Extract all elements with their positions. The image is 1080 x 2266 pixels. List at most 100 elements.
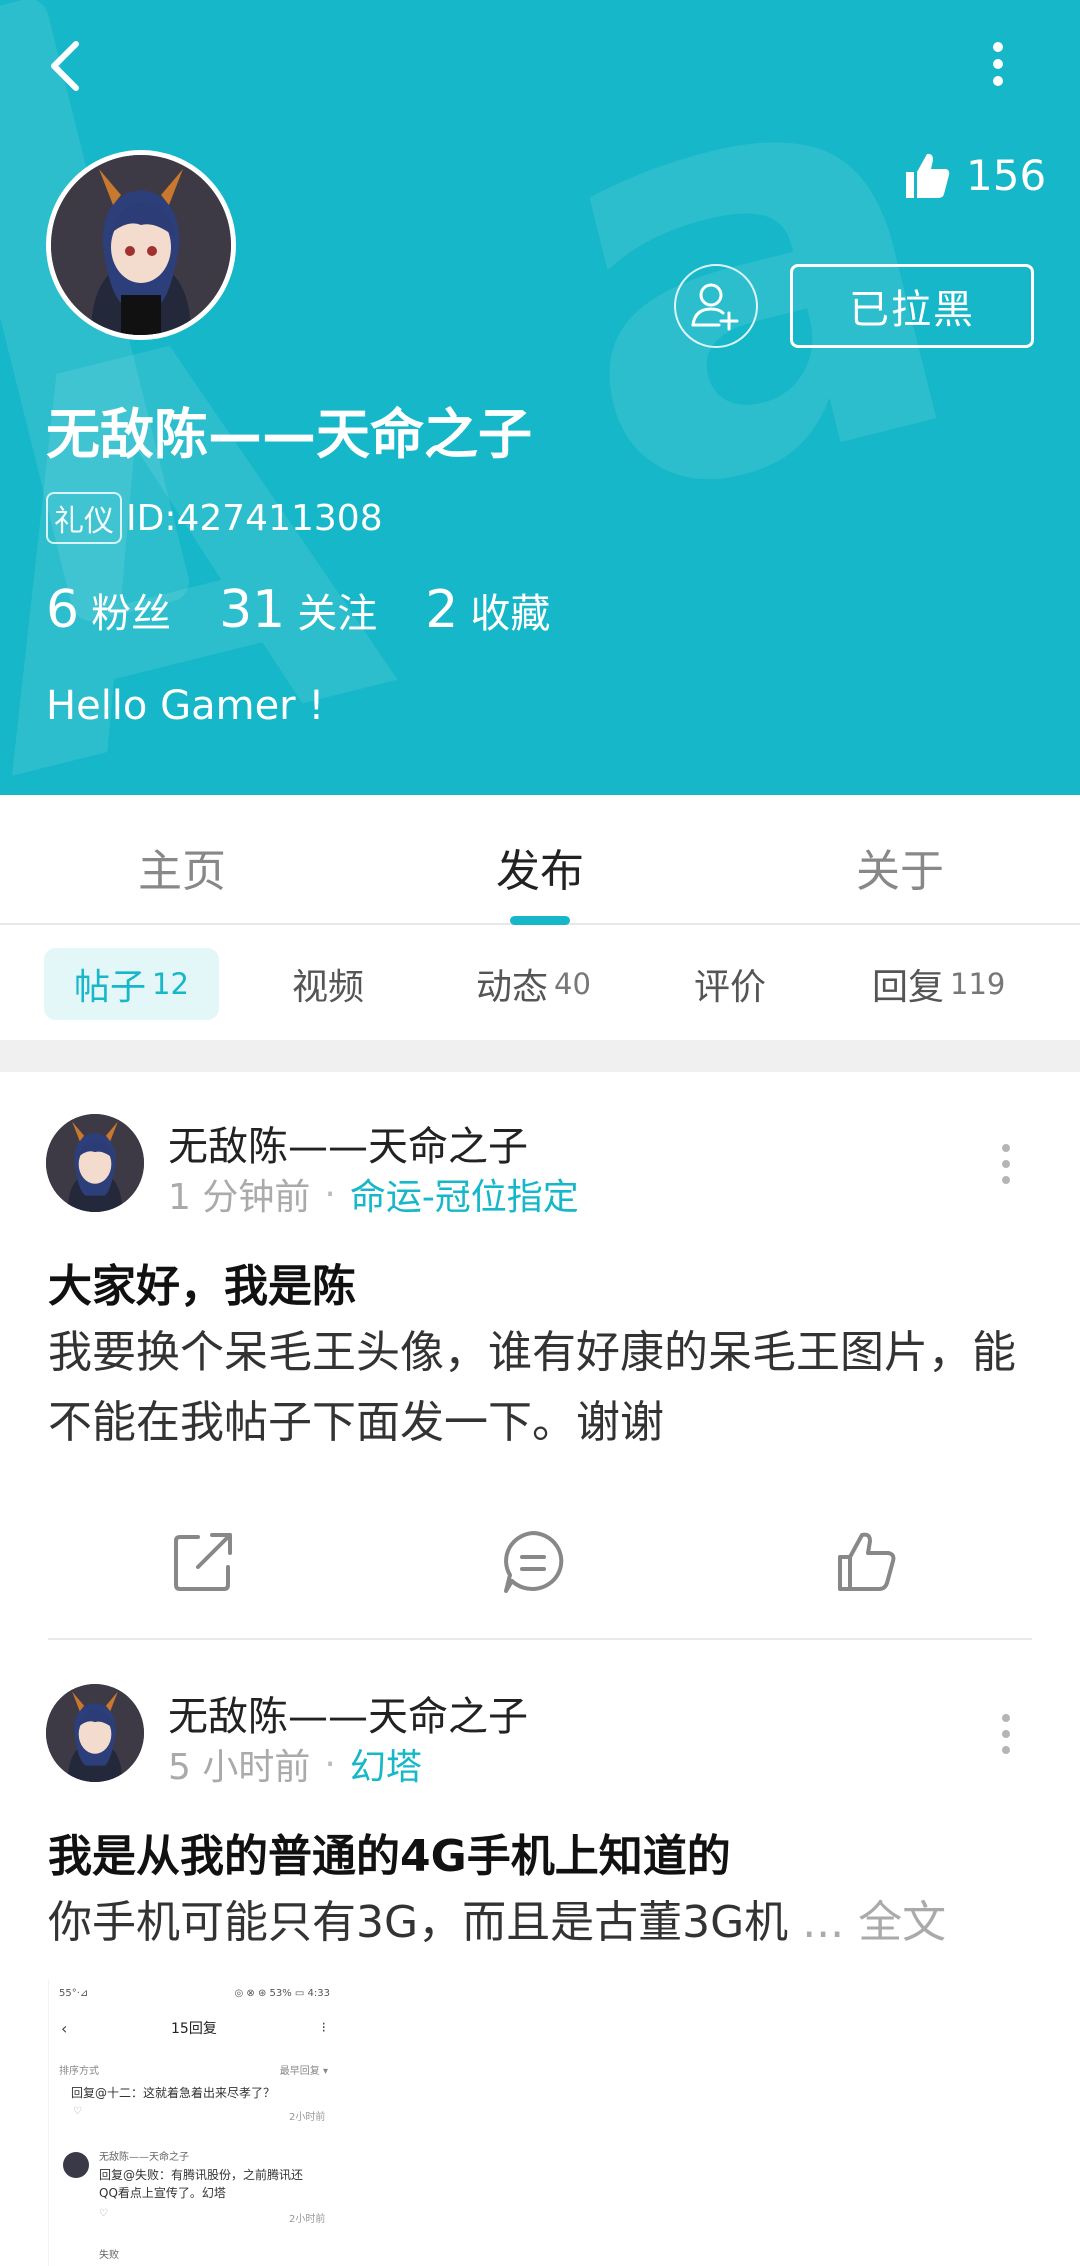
blocked-button[interactable]: 已拉黑 bbox=[790, 264, 1034, 348]
thumbs-up-icon bbox=[906, 153, 950, 198]
thumb-reply-text: QQ看点上宣传了。幻塔 bbox=[99, 2186, 226, 2200]
thumb-sort-row: 排序方式 最早回复 ▾ bbox=[59, 2062, 328, 2077]
thumb-reply-time: 2小时前 bbox=[289, 2214, 326, 2225]
back-button[interactable] bbox=[44, 38, 88, 94]
tab-posts[interactable]: 发布 bbox=[496, 835, 584, 899]
thumb-reply-text: 回复@十二：这就着急着出来尽孝了？ bbox=[71, 2086, 276, 2100]
add-user-icon bbox=[691, 283, 739, 331]
more-dot-icon bbox=[1002, 1746, 1010, 1754]
share-button[interactable] bbox=[168, 1527, 238, 1597]
thumb-status-right: ◎ ⊗ ⊛ 53% ▭ 4:33 bbox=[234, 1988, 330, 1999]
following-count[interactable]: 31 bbox=[219, 580, 285, 640]
more-dot-icon bbox=[993, 76, 1003, 86]
post-author-name[interactable]: 无敌陈——天命之子 bbox=[168, 1114, 528, 1172]
like-button[interactable] bbox=[832, 1527, 902, 1597]
section-separator bbox=[0, 1040, 1080, 1072]
thumb-status-left: 55°·⊿ bbox=[59, 1988, 89, 1999]
more-dot-icon bbox=[993, 59, 1003, 69]
avatar-image bbox=[51, 155, 231, 335]
post-title[interactable]: 大家好，我是陈 bbox=[48, 1250, 356, 1314]
avatar-image bbox=[46, 1114, 144, 1212]
thumb-author: 失败 bbox=[99, 2250, 119, 2261]
subtab-reviews[interactable]: 评价 bbox=[694, 948, 766, 1020]
thumb-title: 15回复 bbox=[171, 2021, 217, 2037]
thumb-avatar bbox=[63, 2152, 89, 2178]
follow-button[interactable] bbox=[674, 264, 758, 348]
thumbs-up-outline-icon bbox=[838, 1532, 896, 1591]
thumb-menu-icon: ⁝ bbox=[321, 2020, 326, 2036]
subtab-threads[interactable]: 帖子 12 bbox=[44, 948, 219, 1020]
thumb-sort-value: 最早回复 ▾ bbox=[279, 2066, 328, 2077]
post-more-button[interactable] bbox=[1000, 1144, 1012, 1184]
share-icon bbox=[174, 1533, 232, 1591]
tab-about[interactable]: 关于 bbox=[856, 835, 944, 899]
subtab-label: 评价 bbox=[694, 967, 767, 1008]
user-id-row: 礼仪 ID:427411308 bbox=[46, 492, 383, 544]
post-body[interactable]: 我要换个呆毛王头像，谁有好康的呆毛王图片，能不能在我帖子下面发一下。谢谢 bbox=[48, 1318, 1038, 1458]
profile-bio: Hello Gamer ! bbox=[46, 683, 325, 729]
post-author-avatar[interactable] bbox=[46, 1684, 144, 1782]
post-title[interactable]: 我是从我的普通的4G手机上知道的 bbox=[48, 1820, 731, 1884]
read-more-link[interactable]: 全文 bbox=[858, 1897, 946, 1948]
thumb-back-icon: ‹ bbox=[61, 2018, 68, 2038]
subtab-videos[interactable]: 视频 bbox=[292, 948, 364, 1020]
subtab-count: 119 bbox=[950, 967, 1006, 1001]
post-topic[interactable]: 幻塔 bbox=[350, 1738, 422, 1790]
more-dot-icon bbox=[1002, 1144, 1010, 1152]
post-time: 1 分钟前 bbox=[168, 1177, 311, 1218]
post-author-avatar[interactable] bbox=[46, 1114, 144, 1212]
post-image-thumbnail[interactable]: 55°·⊿ ◎ ⊗ ⊛ 53% ▭ 4:33 ‹ 15回复 ⁝ 排序方式 最早回… bbox=[48, 1980, 338, 2266]
main-tabs: 主页 发布 关于 bbox=[0, 795, 1080, 925]
post-meta: 5 小时前 · 幻塔 bbox=[168, 1738, 422, 1790]
post-topic[interactable]: 命运-冠位指定 bbox=[350, 1168, 579, 1220]
subtab-label: 帖子 bbox=[74, 967, 147, 1008]
post-divider bbox=[48, 1638, 1032, 1640]
thumb-author: 无敌陈——天命之子 bbox=[99, 2152, 189, 2163]
likes-counter[interactable]: 156 bbox=[902, 150, 1046, 200]
profile-avatar[interactable] bbox=[46, 150, 236, 340]
subtab-count: 40 bbox=[554, 967, 591, 1001]
etiquette-badge[interactable]: 礼仪 bbox=[46, 492, 122, 544]
post-more-button[interactable] bbox=[1000, 1714, 1012, 1754]
fans-label[interactable]: 粉丝 bbox=[91, 581, 171, 639]
active-tab-indicator bbox=[510, 916, 570, 925]
subtab-count: 12 bbox=[152, 967, 189, 1001]
profile-header: a A 156 已拉黑 无敌陈——天命之子 礼仪 ID:427411308 6 … bbox=[0, 0, 1080, 795]
more-dot-icon bbox=[1002, 1160, 1010, 1168]
avatar-image bbox=[46, 1684, 144, 1782]
thumb-like-icon: ♡ bbox=[99, 2208, 108, 2219]
more-dot-icon bbox=[1002, 1714, 1010, 1722]
subtab-moments[interactable]: 动态 40 bbox=[476, 948, 591, 1020]
meta-separator: · bbox=[324, 1743, 336, 1785]
profile-stats: 6 粉丝 31 关注 2 收藏 bbox=[46, 580, 598, 640]
comment-icon bbox=[504, 1531, 564, 1593]
post-ellipsis: ... bbox=[802, 1897, 845, 1948]
more-dot-icon bbox=[993, 42, 1003, 52]
fans-count[interactable]: 6 bbox=[46, 580, 79, 640]
following-label[interactable]: 关注 bbox=[297, 581, 377, 639]
more-options-button[interactable] bbox=[980, 36, 1016, 92]
meta-separator: · bbox=[324, 1173, 336, 1215]
profile-username: 无敌陈——天命之子 bbox=[46, 403, 532, 466]
tab-home[interactable]: 主页 bbox=[138, 835, 226, 899]
favorites-count[interactable]: 2 bbox=[425, 580, 458, 640]
post-time: 5 小时前 bbox=[168, 1747, 311, 1788]
subtab-replies[interactable]: 回复 119 bbox=[872, 948, 1005, 1020]
sub-tabs: 帖子 12 视频 动态 40 评价 回复 119 bbox=[0, 928, 1080, 1040]
thumb-title-bar: ‹ 15回复 ⁝ bbox=[49, 2010, 338, 2046]
post-author-name[interactable]: 无敌陈——天命之子 bbox=[168, 1684, 528, 1742]
favorites-label[interactable]: 收藏 bbox=[470, 581, 550, 639]
thumb-like-icon: ♡ bbox=[73, 2106, 82, 2117]
thumb-reply-time: 2小时前 bbox=[289, 2112, 326, 2123]
subtab-label: 视频 bbox=[292, 967, 365, 1008]
post-actions bbox=[0, 1527, 1080, 1607]
thumb-status-bar: 55°·⊿ ◎ ⊗ ⊛ 53% ▭ 4:33 bbox=[59, 1988, 330, 1999]
more-dot-icon bbox=[1002, 1176, 1010, 1184]
post-body-text: 你手机可能只有3G，而且是古董3G机 bbox=[48, 1897, 789, 1948]
thumb-sort-label: 排序方式 bbox=[59, 2066, 99, 2077]
more-dot-icon bbox=[1002, 1730, 1010, 1738]
subtab-label: 动态 bbox=[476, 967, 549, 1008]
comment-button[interactable] bbox=[498, 1527, 568, 1597]
chevron-left-icon bbox=[51, 41, 79, 91]
post-body[interactable]: 你手机可能只有3G，而且是古董3G机 ... 全文 bbox=[48, 1888, 1038, 1958]
